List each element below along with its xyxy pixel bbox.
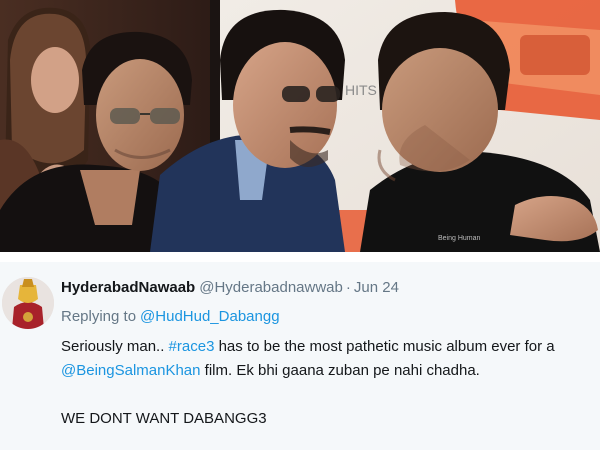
avatar-image <box>2 277 54 329</box>
text-segment: film. Ek bhi gaana zuban pe nahi chadha. <box>200 362 480 379</box>
screenshot: HITS Being Human HyderabadNawaab @Hydera… <box>0 0 600 450</box>
news-photo: HITS Being Human <box>0 0 600 252</box>
user-handle[interactable]: @Hyderabadnawwab <box>199 279 343 296</box>
separator-dot: · <box>345 279 351 296</box>
tweet-header: HyderabadNawaab @Hyderabadnawwab · Jun 24 <box>61 277 595 299</box>
replying-to: Replying to @HudHud_Dabangg <box>61 306 595 328</box>
text-segment: Seriously man.. <box>61 338 169 355</box>
hashtag-link[interactable]: #race3 <box>169 338 215 355</box>
tweet-text-line-2: @BeingSalmanKhan film. Ek bhi gaana zuba… <box>61 359 595 383</box>
photo-illustration: HITS Being Human <box>0 0 600 252</box>
text-segment: has to be the most pathetic music album … <box>214 338 555 355</box>
photo-separator <box>0 252 600 262</box>
shirt-tag: Being Human <box>438 235 481 242</box>
tweet-text-line-1: Seriously man.. #race3 has to be the mos… <box>61 335 595 359</box>
replying-handle-link[interactable]: @HudHud_Dabangg <box>140 308 280 325</box>
tweet-text-line-3: WE DONT WANT DABANGG3 <box>61 410 267 427</box>
replying-prefix: Replying to <box>61 308 137 325</box>
tweet-card: HyderabadNawaab @Hyderabadnawwab · Jun 24 R… <box>0 262 600 450</box>
display-name[interactable]: HyderabadNawaab <box>61 279 195 296</box>
mention-link[interactable]: @BeingSalmanKhan <box>61 362 200 379</box>
backdrop-text: HITS <box>345 82 377 98</box>
tweet-text: Seriously man.. #race3 has to be the mos… <box>61 335 595 431</box>
avatar[interactable] <box>2 277 54 329</box>
tweet-date[interactable]: Jun 24 <box>354 279 399 296</box>
tweet-body: HyderabadNawaab @Hyderabadnawwab · Jun 24 R… <box>61 277 595 431</box>
